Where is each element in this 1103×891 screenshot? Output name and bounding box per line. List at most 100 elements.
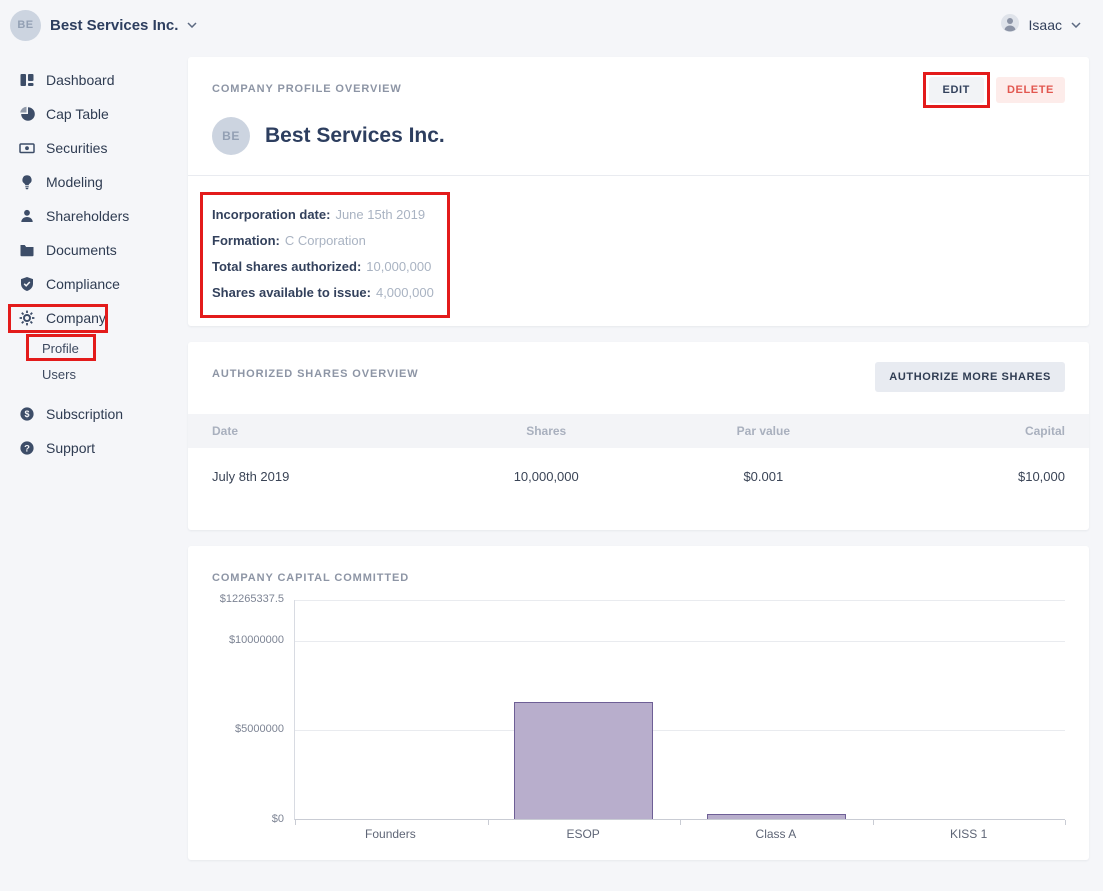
field-label: Total shares authorized: <box>212 259 362 274</box>
company-avatar: BE <box>10 9 41 41</box>
cell-date: July 8th 2019 <box>212 469 290 484</box>
sidebar-item-subscription[interactable]: $ Subscription <box>0 397 186 431</box>
chart-main: Founders ESOP Class A KISS 1 <box>294 600 1066 848</box>
company-profile-avatar-initials: BE <box>222 129 240 143</box>
y-tick-label: $12265337.5 <box>219 593 284 605</box>
sidebar-item-dashboard[interactable]: Dashboard <box>0 63 186 97</box>
documents-icon <box>18 242 35 259</box>
delete-button[interactable]: DELETE <box>996 77 1065 103</box>
company-profile-card: COMPANY PROFILE OVERVIEW EDIT DELETE BE … <box>188 57 1089 326</box>
x-axis-tick <box>295 820 296 825</box>
sidebar-item-label: Modeling <box>46 174 103 190</box>
sidebar-item-support[interactable]: ? Support <box>0 431 186 465</box>
sidebar-item-compliance[interactable]: Compliance <box>0 267 186 301</box>
svg-text:?: ? <box>24 443 30 454</box>
sidebar-item-documents[interactable]: Documents <box>0 233 186 267</box>
main-content: COMPANY PROFILE OVERVIEW EDIT DELETE BE … <box>188 57 1089 876</box>
svg-text:$: $ <box>24 409 29 419</box>
sidebar-item-label: Compliance <box>46 276 120 292</box>
field-value: 4,000,000 <box>375 285 434 300</box>
field-value: June 15th 2019 <box>335 207 426 222</box>
bar-esop <box>514 702 654 819</box>
sidebar-item-securities[interactable]: Securities <box>0 131 186 165</box>
authorized-shares-title: AUTHORIZED SHARES OVERVIEW <box>212 368 419 380</box>
x-axis-tick <box>1065 820 1066 825</box>
chart-plot <box>294 600 1066 825</box>
bar-class-a <box>706 813 846 819</box>
field-value: 10,000,000 <box>366 259 432 274</box>
table-header-row: Date Shares Par value Capital <box>188 414 1089 448</box>
company-profile-avatar: BE <box>212 117 250 155</box>
sidebar-item-shareholders[interactable]: Shareholders <box>0 199 186 233</box>
column-header-par-value: Par value <box>736 424 791 438</box>
edit-button[interactable]: EDIT <box>928 77 984 103</box>
company-profile-name: Best Services Inc. <box>265 124 445 147</box>
total-shares-authorized-field: Total shares authorized: 10,000,000 <box>212 254 434 280</box>
topbar-user-name: Isaac <box>1028 17 1062 33</box>
compliance-icon <box>18 276 35 293</box>
chart-y-axis: $12265337.5 $10000000 $5000000 $0 <box>212 593 294 825</box>
x-tick-label: KISS 1 <box>949 827 988 841</box>
card-divider <box>188 175 1089 176</box>
chart-bar-column <box>488 600 681 819</box>
x-tick-label: ESOP <box>566 827 600 841</box>
field-label: Incorporation date: <box>212 207 331 222</box>
sidebar-item-label: Company <box>46 310 106 326</box>
company-header: BE Best Services Inc. <box>212 117 1065 155</box>
incorporation-date-field: Incorporation date: June 15th 2019 <box>212 202 434 228</box>
x-axis-tick <box>680 820 681 825</box>
table-row: July 8th 2019 10,000,000 $0.001 $10,000 <box>188 448 1089 484</box>
x-axis-tick <box>487 820 489 825</box>
sidebar-item-company[interactable]: Company <box>0 301 186 335</box>
cell-capital: $10,000 <box>1017 469 1065 484</box>
chart-bar-column <box>873 600 1066 819</box>
capital-chart: $12265337.5 $10000000 $5000000 $0 Founders E… <box>212 593 1066 848</box>
chevron-down-icon <box>187 22 197 28</box>
company-switcher[interactable]: BE Best Services Inc. <box>10 9 197 41</box>
sidebar-item-modeling[interactable]: Modeling <box>0 165 186 199</box>
sidebar-item-label: Cap Table <box>46 106 109 122</box>
sidebar-item-label: Shareholders <box>46 208 130 224</box>
company-icon <box>18 310 35 327</box>
x-tick-label: Class A <box>755 827 797 841</box>
sidebar-subitem-profile[interactable]: Profile <box>0 334 186 361</box>
company-avatar-initials: BE <box>17 19 34 31</box>
field-label: Formation: <box>212 233 280 248</box>
sidebar-item-cap-table[interactable]: Cap Table <box>0 97 186 131</box>
chart-bar-column <box>680 600 873 819</box>
field-label: Shares available to issue: <box>212 285 371 300</box>
formation-field: Formation: C Corporation <box>212 228 434 254</box>
page-root: BE Best Services Inc. Isaac Dashboard Ca… <box>0 0 1103 891</box>
y-tick-label: $0 <box>271 813 284 825</box>
sidebar-item-label: Subscription <box>46 406 124 422</box>
sidebar-item-label: Support <box>46 440 96 456</box>
capital-committed-card: COMPANY CAPITAL COMMITTED $12265337.5 $10… <box>188 546 1089 860</box>
subscription-icon: $ <box>18 406 35 423</box>
sidebar-nav: Dashboard Cap Table Securities Modeling <box>0 50 186 465</box>
securities-icon <box>18 140 35 157</box>
chart-bar-column <box>295 600 488 819</box>
field-value: C Corporation <box>284 233 366 248</box>
authorized-shares-table: Date Shares Par value Capital July 8th 2… <box>188 414 1089 484</box>
user-menu[interactable]: Isaac <box>1000 13 1081 38</box>
sidebar-subitem-label: Profile <box>42 340 79 356</box>
user-icon <box>1000 13 1020 38</box>
company-details: Incorporation date: June 15th 2019 Format… <box>200 192 450 318</box>
profile-card-title: COMPANY PROFILE OVERVIEW <box>212 83 402 95</box>
support-icon: ? <box>18 440 35 457</box>
modeling-icon <box>18 174 35 191</box>
shareholders-icon <box>18 208 35 225</box>
top-bar: BE Best Services Inc. Isaac <box>0 0 1103 50</box>
cell-par-value: $0.001 <box>743 469 784 484</box>
shares-available-field: Shares available to issue: 4,000,000 <box>212 280 434 306</box>
x-axis-tick <box>872 820 874 825</box>
cap-table-icon <box>18 106 35 123</box>
y-tick-label: $10000000 <box>228 633 284 646</box>
sidebar-subitem-users[interactable]: Users <box>0 361 186 387</box>
sidebar-item-label: Securities <box>46 140 108 156</box>
cell-shares: 10,000,000 <box>513 469 579 484</box>
authorize-more-shares-button[interactable]: AUTHORIZE MORE SHARES <box>875 362 1065 392</box>
x-tick-label: Founders <box>365 827 416 841</box>
y-tick-label: $5000000 <box>235 723 284 736</box>
column-header-shares: Shares <box>526 424 567 438</box>
